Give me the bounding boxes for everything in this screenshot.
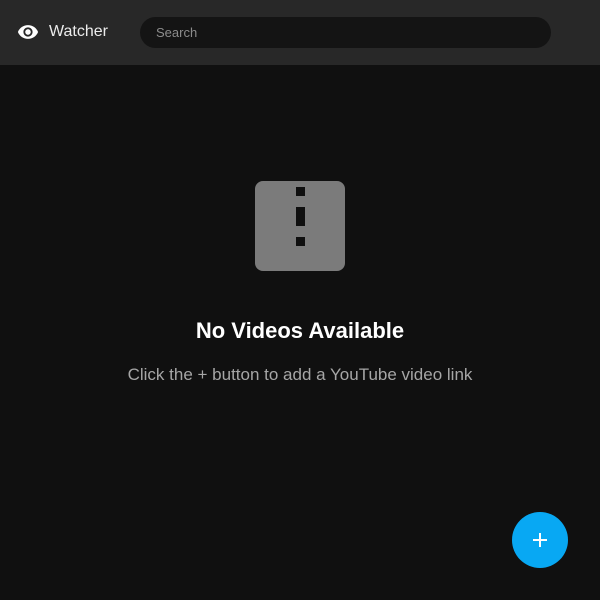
empty-state-title: No Videos Available: [195, 318, 405, 343]
alert-icon: [255, 181, 345, 271]
alert-icon-bar: [296, 207, 305, 226]
eye-icon: [17, 25, 39, 39]
add-video-button[interactable]: [512, 512, 568, 568]
alert-icon-dot-bottom: [296, 237, 305, 246]
search-input[interactable]: [140, 17, 551, 48]
top-bar: Watcher: [0, 0, 600, 65]
app-title: Watcher: [49, 23, 108, 40]
app-window: Watcher No Videos Available Click the + …: [0, 0, 600, 600]
empty-state-subtitle: Click the + button to add a YouTube vide…: [127, 365, 473, 384]
plus-icon: [533, 533, 547, 547]
brand[interactable]: Watcher: [17, 20, 108, 44]
alert-icon-dot-top: [296, 187, 305, 196]
